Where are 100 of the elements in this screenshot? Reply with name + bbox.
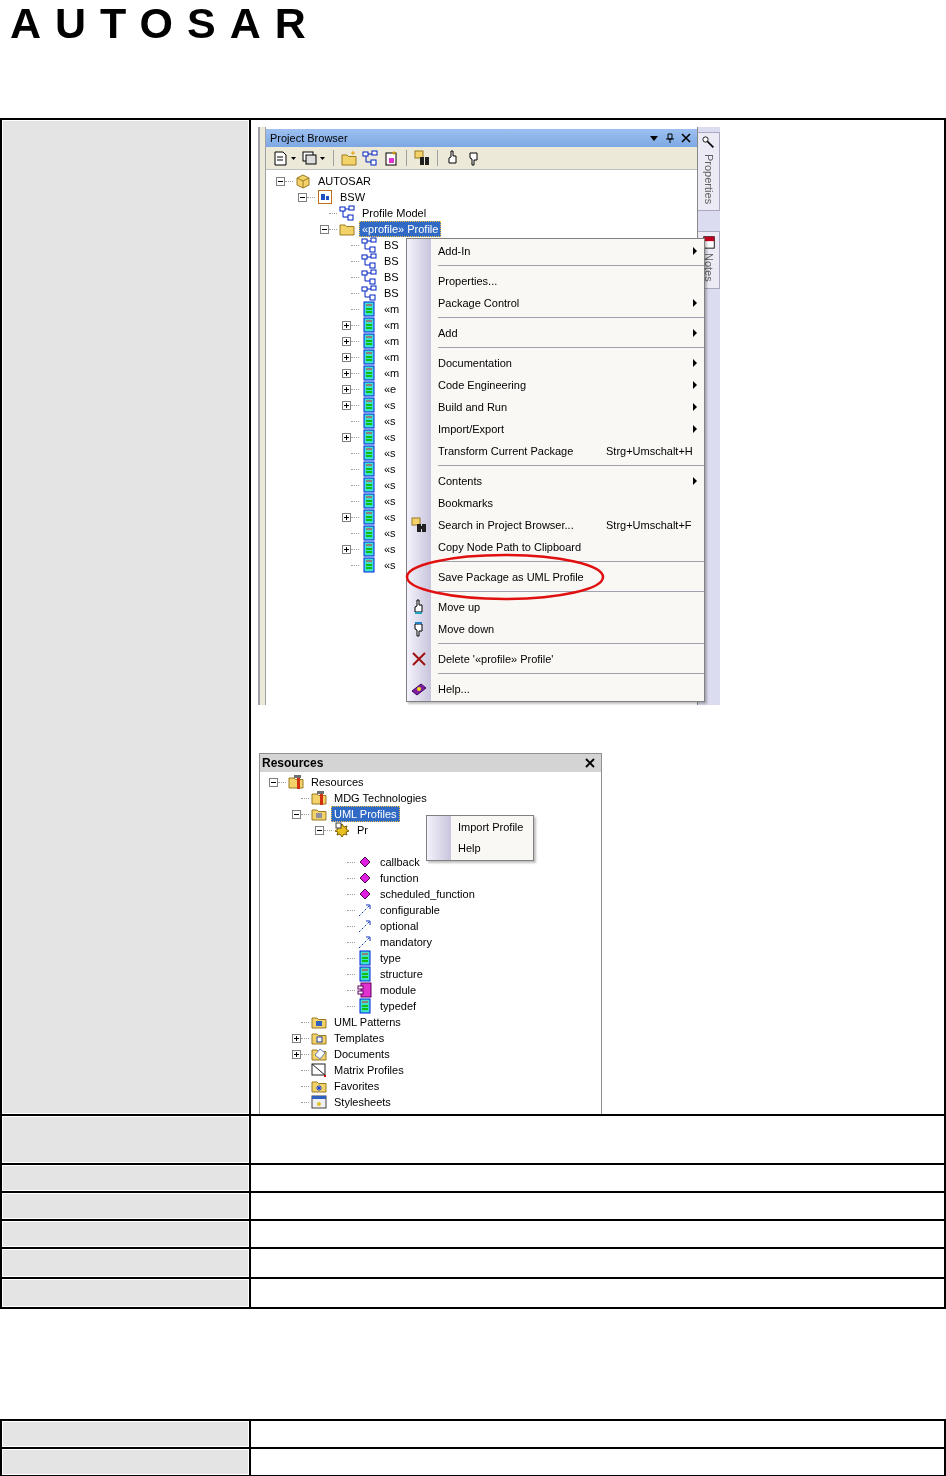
class-icon <box>361 493 377 509</box>
book-icon <box>411 681 427 697</box>
tree-item[interactable]: structure <box>377 966 426 982</box>
expand-toggle[interactable] <box>342 384 351 394</box>
side-tab[interactable]: Properties <box>698 132 720 212</box>
diamond-icon <box>357 854 373 870</box>
menu-item[interactable]: Help... <box>407 678 704 700</box>
tree-item[interactable]: type <box>377 950 404 966</box>
tree-item[interactable]: module <box>377 982 420 998</box>
class-icon <box>361 557 377 573</box>
tree-item[interactable]: «profile» Profile <box>359 221 442 237</box>
tree-item[interactable]: Templates <box>331 1030 388 1046</box>
tree-item[interactable]: Resources <box>308 774 367 790</box>
expand-toggle[interactable] <box>342 352 351 362</box>
tree-item[interactable]: «s <box>381 525 399 541</box>
expand-toggle[interactable] <box>342 320 351 330</box>
tree-item[interactable]: UML Patterns <box>331 1014 404 1030</box>
tree-item[interactable]: mandatory <box>377 934 435 950</box>
menu-item[interactable]: Save Package as UML Profile <box>407 566 704 588</box>
class-icon <box>361 445 377 461</box>
menu-item[interactable]: Contents <box>407 470 704 492</box>
tree-item[interactable]: «s <box>381 557 399 573</box>
menu-item[interactable]: Package Control <box>407 292 704 314</box>
collapse-toggle[interactable] <box>276 176 285 186</box>
expand-toggle[interactable] <box>342 432 351 442</box>
tree-item[interactable]: optional <box>377 918 422 934</box>
menu-item[interactable]: Bookmarks <box>407 492 704 514</box>
menu-item[interactable]: Build and Run <box>407 396 704 418</box>
menu-item[interactable]: Move down <box>407 618 704 640</box>
collapse-toggle[interactable] <box>320 224 329 234</box>
tree-item[interactable]: «m <box>381 365 403 381</box>
tree-item[interactable]: «m <box>381 349 403 365</box>
collapse-toggle[interactable] <box>315 825 324 835</box>
expand-toggle[interactable] <box>342 544 351 554</box>
tree-item[interactable]: scheduled_function <box>377 886 478 902</box>
menu-item[interactable]: Import/Export <box>407 418 704 440</box>
menu-item[interactable]: Import Profile <box>457 817 533 838</box>
pin-icon[interactable] <box>665 133 676 143</box>
collapse-toggle[interactable] <box>298 192 307 202</box>
tree-item[interactable]: «s <box>381 413 399 429</box>
tree-item[interactable]: Matrix Profiles <box>331 1062 407 1078</box>
collapse-toggle[interactable] <box>269 777 278 787</box>
close-icon[interactable] <box>681 133 692 143</box>
expand-toggle[interactable] <box>292 1049 301 1059</box>
menu-item[interactable]: Move up <box>407 596 704 618</box>
dotted-arrow-icon <box>357 918 373 934</box>
menu-item[interactable]: Search in Project Browser... Strg+Umschalt+F <box>407 514 704 536</box>
collapse-toggle[interactable] <box>292 809 301 819</box>
menu-item[interactable]: Transform Current Package Strg+Umschalt+H <box>407 440 704 462</box>
expand-toggle[interactable] <box>342 512 351 522</box>
menu-item[interactable]: Documentation <box>407 352 704 374</box>
tree-item[interactable]: Favorites <box>331 1078 383 1094</box>
tree-item[interactable]: function <box>377 870 422 886</box>
tree-item[interactable]: «s <box>381 493 399 509</box>
tree-item[interactable]: «s <box>381 429 399 445</box>
windows-icon[interactable] <box>301 150 327 166</box>
tree-item[interactable]: Pr <box>354 822 371 838</box>
tree-item[interactable]: «e <box>381 381 400 397</box>
tree-item[interactable]: BS <box>381 285 402 301</box>
tree-item[interactable]: callback <box>377 854 423 870</box>
tree-item[interactable]: configurable <box>377 902 443 918</box>
tree-item[interactable]: MDG Technologies <box>331 790 430 806</box>
tree-item[interactable]: «s <box>381 477 399 493</box>
expand-toggle[interactable] <box>342 368 351 378</box>
expand-toggle[interactable] <box>342 400 351 410</box>
tree-item[interactable]: BS <box>381 269 402 285</box>
tree-item[interactable]: BSW <box>337 189 369 205</box>
tree-item[interactable]: Stylesheets <box>331 1094 394 1110</box>
tree-item[interactable]: Profile Model <box>359 205 430 221</box>
expand-toggle[interactable] <box>342 336 351 346</box>
tree-item[interactable]: «s <box>381 445 399 461</box>
package-icon[interactable] <box>382 150 400 166</box>
new-document-icon[interactable] <box>272 150 298 166</box>
tree-item[interactable]: «s <box>381 461 399 477</box>
tree-item[interactable]: BS <box>381 253 402 269</box>
menu-item[interactable]: Delete '«profile» Profile' <box>407 648 704 670</box>
tree-item[interactable]: «m <box>381 333 403 349</box>
class-icon <box>361 525 377 541</box>
tree-item[interactable]: «s <box>381 541 399 557</box>
menu-item[interactable]: Code Engineering <box>407 374 704 396</box>
expand-toggle[interactable] <box>292 1033 301 1043</box>
tree-item[interactable]: «s <box>381 509 399 525</box>
tree-item[interactable]: AUTOSAR <box>315 173 374 189</box>
folder-icon[interactable] <box>340 150 358 166</box>
caret-icon[interactable] <box>649 133 660 143</box>
tree-item[interactable]: BS <box>381 237 402 253</box>
tree-item[interactable]: typedef <box>377 998 420 1014</box>
tree-item[interactable]: Documents <box>331 1046 393 1062</box>
gear-icon <box>334 822 350 838</box>
tree-item[interactable]: «m <box>381 317 403 333</box>
tree-item[interactable]: «s <box>381 397 399 413</box>
menu-item[interactable]: Help <box>457 838 533 859</box>
tree-item[interactable]: UML Profiles <box>331 806 400 822</box>
tree-item[interactable]: «m <box>381 301 403 317</box>
menu-item[interactable]: Add <box>407 322 704 344</box>
binoculars-icon[interactable] <box>413 150 431 166</box>
class-icon <box>357 998 373 1014</box>
close-icon[interactable] <box>585 758 595 768</box>
diagram-icon[interactable] <box>361 150 379 166</box>
menu-item[interactable]: Copy Node Path to Clipboard <box>407 536 704 558</box>
